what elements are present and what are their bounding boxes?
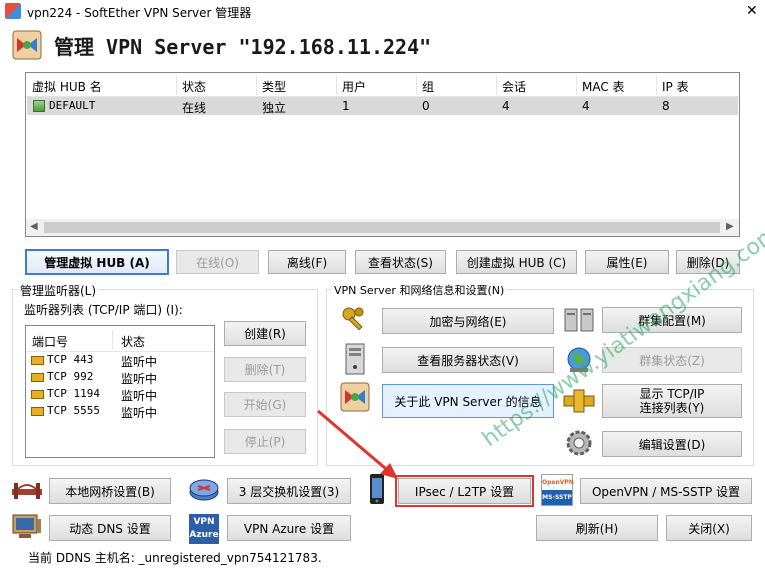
vpn-azure-button[interactable]: VPN Azure 设置	[227, 515, 351, 541]
listener-col-port[interactable]: 端口号	[32, 333, 68, 350]
hub-table-scrollbar[interactable]: ◀ ▶	[26, 219, 739, 236]
close-button[interactable]: 关闭(X)	[666, 515, 752, 541]
listener-port: TCP 5555	[47, 404, 100, 417]
hub-table[interactable]: 虚拟 HUB 名 状态 类型 用户 组 会话 MAC 表 IP 表 DEFAUL…	[25, 72, 740, 237]
delete-listener-button[interactable]: 删除(T)	[224, 357, 306, 382]
about-icon	[339, 381, 371, 413]
port-icon	[31, 356, 44, 365]
list-item[interactable]: TCP 1194 监听中	[26, 386, 214, 403]
phone-icon	[367, 472, 387, 506]
vpn-azure-logo-top: VPN	[193, 517, 215, 527]
scroll-right-icon[interactable]: ▶	[726, 221, 734, 232]
hub-col-name[interactable]: 虚拟 HUB 名	[32, 78, 102, 95]
local-bridge-button[interactable]: 本地网桥设置(B)	[49, 478, 171, 504]
listener-port: TCP 1194	[47, 387, 100, 400]
hub-status: 在线	[182, 101, 207, 115]
hub-name: DEFAULT	[49, 99, 96, 112]
server-info-group-label: VPN Server 和网络信息和设置(N)	[332, 282, 507, 298]
hub-icon	[33, 100, 45, 112]
online-button[interactable]: 在线(O)	[176, 250, 259, 274]
ipsec-l2tp-button[interactable]: IPsec / L2TP 设置	[395, 475, 534, 507]
server-status-button[interactable]: 查看服务器状态(V)	[382, 347, 554, 373]
hub-col-type[interactable]: 类型	[262, 78, 286, 95]
hub-col-groups[interactable]: 组	[422, 78, 434, 95]
window-title: vpn224 - SoftEther VPN Server 管理器	[27, 6, 252, 20]
hub-sessions: 4	[502, 99, 510, 113]
list-item[interactable]: TCP 5555 监听中	[26, 403, 214, 420]
listener-status: 监听中	[121, 406, 158, 420]
page-title: 管理 VPN Server "192.168.11.224"	[54, 35, 432, 59]
l3-switch-button[interactable]: 3 层交换机设置(3)	[227, 478, 351, 504]
router-icon	[187, 472, 221, 508]
dynamic-dns-button[interactable]: 动态 DNS 设置	[49, 515, 171, 541]
openvpn-logo-top: OpenVPN	[542, 479, 574, 486]
hub-table-header: 虚拟 HUB 名 状态 类型 用户 组 会话 MAC 表 IP 表	[26, 73, 739, 97]
list-item[interactable]: TCP 992 监听中	[26, 369, 214, 386]
manage-hub-button[interactable]: 管理虚拟 HUB (A)	[25, 249, 169, 275]
app-icon	[5, 3, 21, 19]
hub-col-status[interactable]: 状态	[182, 78, 206, 95]
create-hub-button[interactable]: 创建虚拟 HUB (C)	[456, 250, 577, 274]
listener-col-status[interactable]: 状态	[121, 333, 145, 350]
hub-col-sessions[interactable]: 会话	[502, 78, 526, 95]
header-icon	[12, 30, 42, 60]
list-item[interactable]: TCP 443 监听中	[26, 352, 214, 369]
listener-status: 监听中	[121, 372, 158, 386]
tcp-connection-list-button[interactable]: 显示 TCP/IP 连接列表(Y)	[602, 384, 742, 418]
scroll-thumb[interactable]	[44, 222, 720, 233]
hub-col-mac[interactable]: MAC 表	[582, 78, 625, 95]
hub-users: 1	[342, 99, 350, 113]
tcp-list-line2: 连接列表(Y)	[639, 401, 705, 415]
offline-button[interactable]: 离线(F)	[268, 250, 346, 274]
listener-group-label: 管理监听器(L)	[18, 282, 99, 299]
cluster-icon	[562, 304, 596, 336]
close-icon[interactable]: ✕	[746, 3, 758, 19]
stop-listener-button[interactable]: 停止(P)	[224, 429, 306, 454]
title-bar: vpn224 - SoftEther VPN Server 管理器 ✕	[0, 0, 765, 22]
create-listener-button[interactable]: 创建(R)	[224, 321, 306, 346]
hub-type: 独立	[262, 101, 287, 115]
listener-port: TCP 992	[47, 370, 94, 383]
tcp-list-line1: 显示 TCP/IP	[639, 387, 705, 401]
openvpn-logo-bottom: MS-SSTP	[542, 490, 572, 505]
vpn-azure-logo-bottom: Azure	[189, 530, 219, 540]
port-icon	[31, 390, 44, 399]
key-icon	[339, 304, 371, 336]
openvpn-logo: OpenVPN MS-SSTP	[541, 474, 574, 506]
scroll-left-icon[interactable]: ◀	[30, 221, 38, 232]
listener-status: 监听中	[121, 355, 158, 369]
refresh-button[interactable]: 刷新(H)	[536, 515, 658, 541]
ddns-status-text: 当前 DDNS 主机名: _unregistered_vpn754121783.	[28, 551, 322, 565]
bridge-icon	[10, 477, 44, 505]
properties-button[interactable]: 属性(E)	[585, 250, 669, 274]
port-icon	[31, 373, 44, 382]
port-icon	[31, 407, 44, 416]
view-status-button[interactable]: 查看状态(S)	[355, 250, 446, 274]
listener-status: 监听中	[121, 389, 158, 403]
table-row[interactable]: DEFAULT 在线 独立 1 0 4 4 8	[27, 97, 738, 115]
listener-list[interactable]: 端口号 状态 TCP 443 监听中 TCP 992 监听中 TCP 1194 …	[25, 325, 215, 458]
hub-mac: 4	[582, 99, 590, 113]
hub-groups: 0	[422, 99, 430, 113]
openvpn-sstp-button[interactable]: OpenVPN / MS-SSTP 设置	[580, 478, 752, 504]
server-icon	[339, 342, 371, 376]
gear-icon	[562, 427, 596, 459]
hub-col-ip[interactable]: IP 表	[662, 78, 689, 95]
monitor-icon	[10, 512, 44, 542]
hub-col-users[interactable]: 用户	[342, 78, 366, 95]
listener-port: TCP 443	[47, 353, 94, 366]
edit-config-button[interactable]: 编辑设置(D)	[602, 431, 742, 457]
encryption-network-button[interactable]: 加密与网络(E)	[382, 308, 554, 334]
listener-list-label: 监听器列表 (TCP/IP 端口) (I):	[24, 303, 183, 317]
start-listener-button[interactable]: 开始(G)	[224, 392, 306, 417]
vpn-azure-logo: VPN Azure	[189, 514, 219, 544]
hub-ip: 8	[662, 99, 670, 113]
